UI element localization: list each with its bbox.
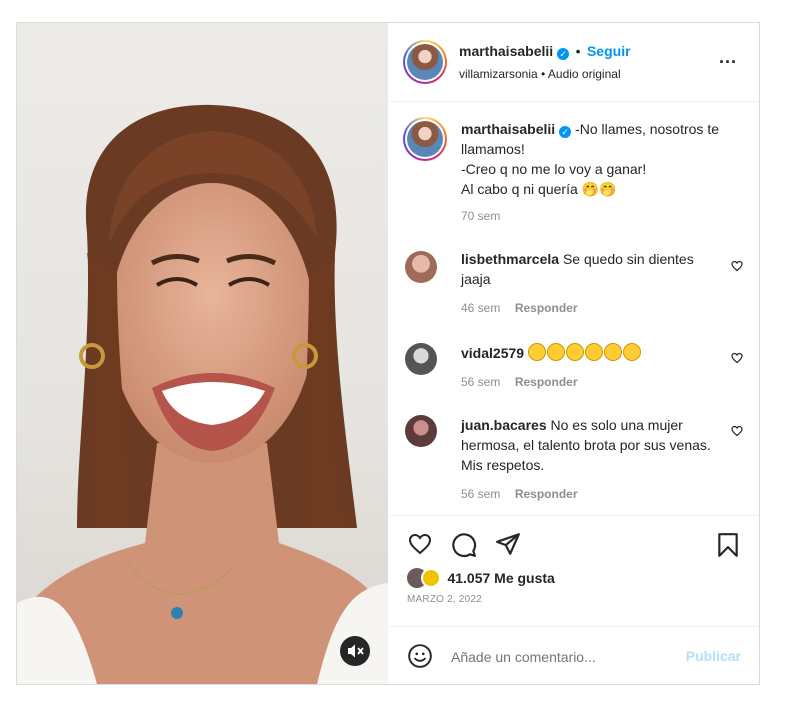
commenter-avatar[interactable]	[405, 251, 437, 283]
comment-icon[interactable]	[451, 532, 477, 558]
heart-icon[interactable]	[407, 532, 433, 556]
verified-badge-icon: ✓	[557, 48, 570, 60]
comment-username[interactable]: lisbethmarcela	[461, 251, 559, 267]
heart-icon[interactable]	[731, 260, 743, 272]
comment-username[interactable]: vidal2579	[461, 345, 524, 361]
caption-line-2: -Creo q no me lo voy a ganar!	[461, 161, 647, 177]
comment-item: vidal2579 😂😂😂😂😂😂 56 sem Responder	[389, 341, 759, 401]
comment-time: 46 sem	[461, 301, 501, 315]
caption-username[interactable]: marthaisabelii	[461, 121, 555, 137]
header-separator: •	[575, 43, 581, 59]
author-avatar[interactable]	[403, 40, 447, 84]
caption-avatar[interactable]	[403, 117, 447, 161]
bookmark-icon[interactable]	[717, 532, 739, 558]
verified-badge-icon: ✓	[559, 126, 572, 138]
post-container: marthaisabelii ✓ • Seguir villamizarsonia…	[16, 22, 760, 685]
more-options-icon[interactable]: ...	[719, 47, 737, 68]
post-side-panel: marthaisabelii ✓ • Seguir villamizarsonia…	[389, 23, 759, 684]
commenter-avatar[interactable]	[405, 343, 437, 375]
share-icon[interactable]	[495, 531, 521, 557]
heart-icon[interactable]	[731, 352, 743, 364]
commenter-avatar[interactable]	[405, 415, 437, 447]
mute-button[interactable]	[340, 636, 370, 666]
comment-username[interactable]: juan.bacares	[461, 417, 547, 433]
emoji-row	[527, 343, 642, 361]
mute-icon	[348, 644, 364, 658]
reply-button[interactable]: Responder	[515, 301, 578, 315]
heart-icon[interactable]	[731, 425, 743, 437]
caption-line-3: Al cabo q ni quería 🤭🤭	[461, 181, 617, 197]
add-comment-bar: Publicar	[389, 626, 759, 685]
post-actions: 41.057 Me gusta MARZO 2, 2022	[389, 515, 759, 605]
reply-button[interactable]: Responder	[515, 487, 578, 501]
follow-button[interactable]: Seguir	[587, 43, 631, 59]
comment-item: juan.bacares No es solo una mujer hermos…	[389, 415, 759, 505]
comment-item: lisbethmarcela Se quedo sin dientes jaaj…	[389, 249, 759, 319]
post-header: marthaisabelii ✓ • Seguir villamizarsonia…	[389, 23, 759, 102]
post-date: MARZO 2, 2022	[407, 594, 482, 605]
publish-button[interactable]: Publicar	[686, 648, 741, 664]
post-video[interactable]	[17, 23, 388, 684]
video-frame-illustration	[17, 104, 388, 684]
comment-input[interactable]	[449, 645, 673, 669]
liker-avatar[interactable]	[421, 568, 441, 588]
comment-time: 56 sem	[461, 375, 501, 389]
reply-button[interactable]: Responder	[515, 375, 578, 389]
likes-count[interactable]: 41.057 Me gusta	[447, 570, 554, 586]
caption-time: 70 sem	[461, 209, 501, 223]
emoji-icon[interactable]	[407, 643, 433, 669]
author-username[interactable]: marthaisabelii	[459, 43, 553, 59]
comment-time: 56 sem	[461, 487, 501, 501]
audio-line[interactable]: villamizarsonia • Audio original	[459, 67, 621, 81]
